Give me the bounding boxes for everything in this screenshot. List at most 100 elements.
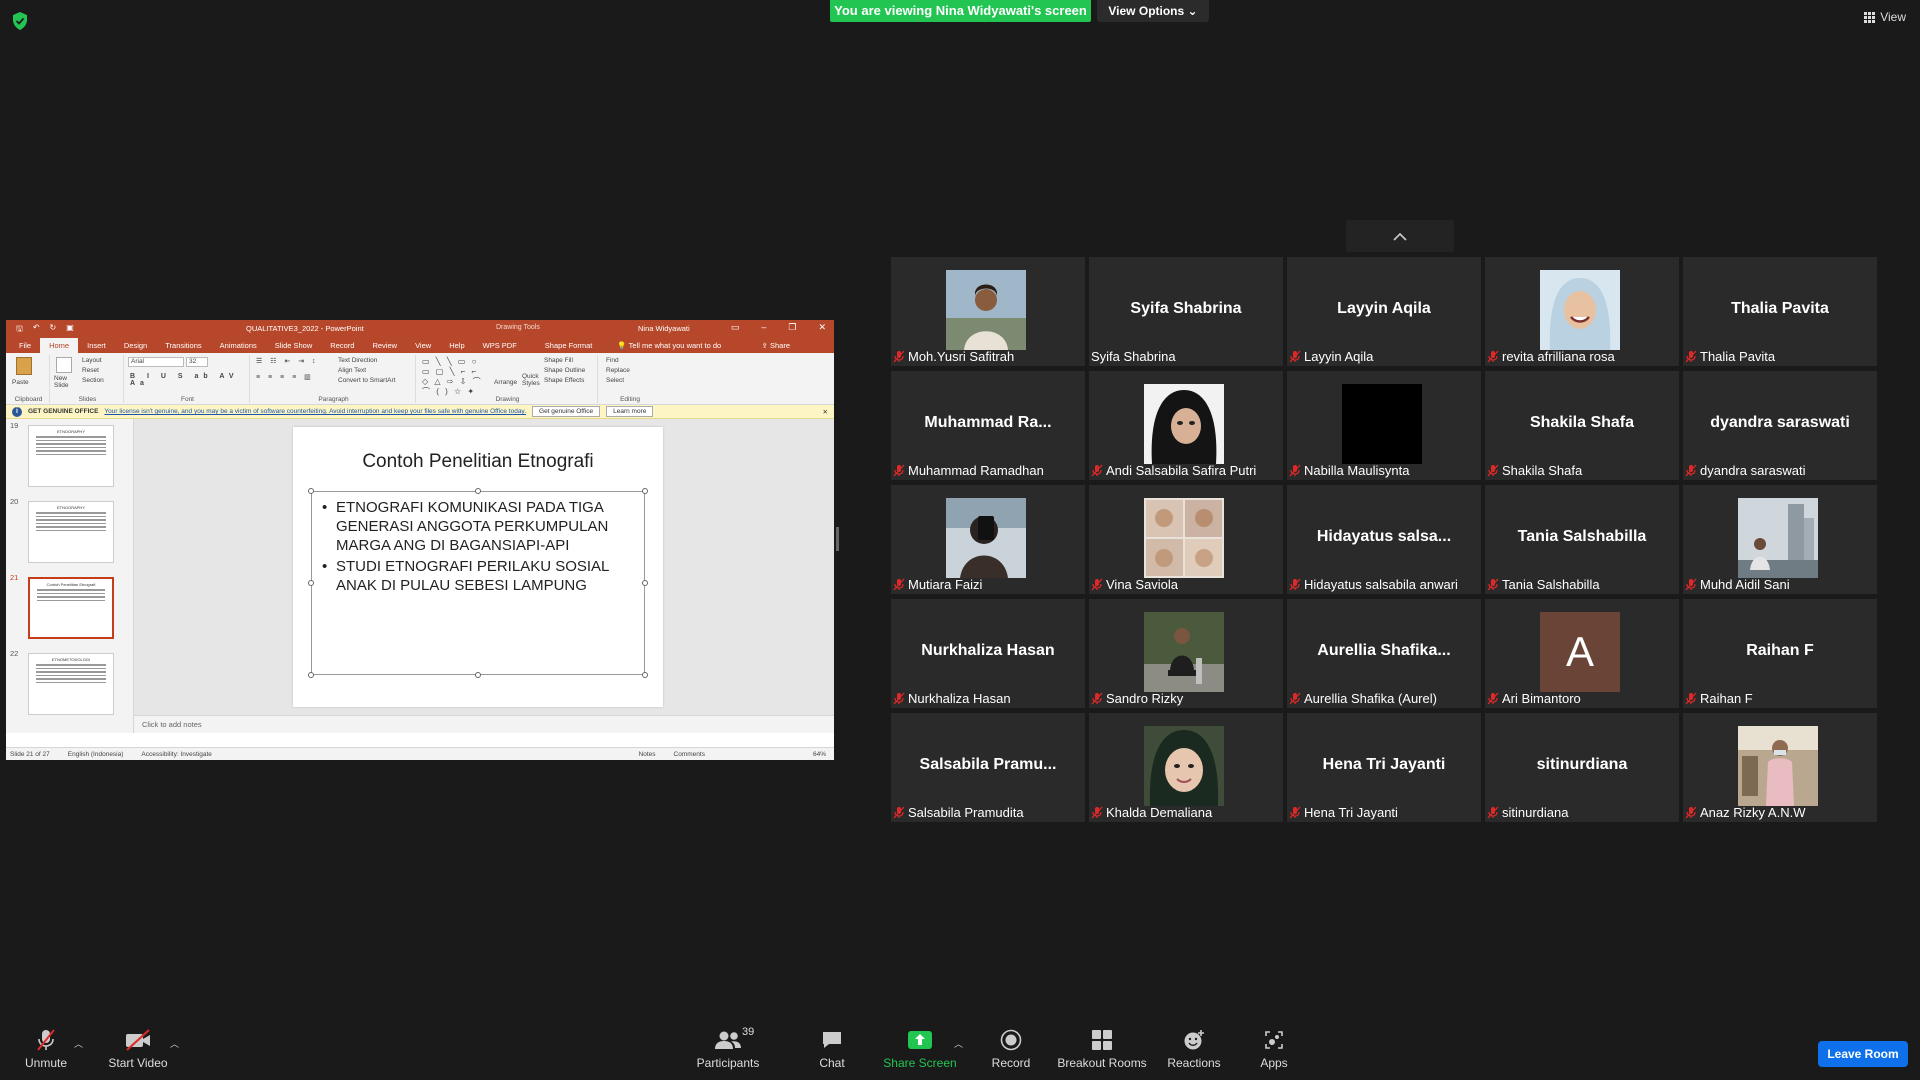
participant-tile[interactable]: Raihan F Raihan F xyxy=(1683,599,1877,708)
breakout-rooms-button[interactable]: Breakout Rooms xyxy=(1056,1028,1148,1070)
record-button[interactable]: Record xyxy=(986,1028,1036,1070)
thumbnail-row[interactable]: 19 ETNOGRAPHY xyxy=(8,421,128,487)
font-format-buttons[interactable]: B I U S ab AV Aa xyxy=(130,373,249,387)
tab-animations[interactable]: Animations xyxy=(211,338,266,353)
slide-content-box[interactable]: ETNOGRAFI KOMUNIKASI PADA TIGA GENERASI … xyxy=(308,488,648,678)
participant-tile[interactable]: Andi Salsabila Safira Putri xyxy=(1089,371,1283,480)
split-view-divider[interactable] xyxy=(836,527,839,551)
find-button[interactable]: Find xyxy=(606,357,619,364)
participant-tile[interactable]: Muhd Aidil Sani xyxy=(1683,485,1877,594)
slide-bullet[interactable]: ETNOGRAFI KOMUNIKASI PADA TIGA GENERASI … xyxy=(320,498,636,555)
convert-smartart-button[interactable]: Convert to SmartArt xyxy=(338,377,395,384)
apps-button[interactable]: Apps xyxy=(1254,1028,1294,1070)
view-options-button[interactable]: View Options ⌄ xyxy=(1097,0,1209,22)
tab-file[interactable]: File xyxy=(10,338,40,353)
replace-button[interactable]: Replace xyxy=(606,367,630,374)
minimize-icon[interactable]: – xyxy=(761,322,766,333)
comments-toggle[interactable]: Comments xyxy=(674,751,705,758)
video-options-caret-icon[interactable]: ︿ xyxy=(170,1037,179,1050)
shape-outline-button[interactable]: Shape Outline xyxy=(544,367,585,374)
view-layout-button[interactable]: View xyxy=(1864,10,1906,24)
layout-button[interactable]: Layout xyxy=(82,357,102,364)
tab-transitions[interactable]: Transitions xyxy=(156,338,210,353)
participants-button[interactable]: 39 Participants xyxy=(692,1026,764,1070)
quick-styles-button[interactable]: Quick Styles xyxy=(522,373,542,387)
start-video-button[interactable]: Start Video xyxy=(104,1028,172,1070)
slide-bullet[interactable]: STUDI ETNOGRAFI PERILAKU SOSIAL ANAK DI … xyxy=(320,557,636,595)
present-icon[interactable]: ▣ xyxy=(66,323,74,337)
tab-review[interactable]: Review xyxy=(363,338,406,353)
shape-fill-button[interactable]: Shape Fill xyxy=(544,357,573,364)
share-screen-button[interactable]: Share Screen xyxy=(880,1028,960,1070)
slide-thumbnail[interactable]: ETNOMETODOLOGI xyxy=(28,653,114,715)
tab-record[interactable]: Record xyxy=(321,338,363,353)
notice-message-link[interactable]: Your license isn't genuine, and you may … xyxy=(104,408,526,415)
tell-me-search[interactable]: 💡 Tell me what you want to do xyxy=(613,338,725,353)
align-buttons[interactable]: ≡ ≡ ≡ ≡ ▥ xyxy=(256,373,314,381)
participant-tile[interactable]: Sandro Rizky xyxy=(1089,599,1283,708)
gallery-page-up-button[interactable] xyxy=(1346,220,1454,252)
language-status[interactable]: English (Indonesia) xyxy=(68,751,124,758)
current-slide[interactable]: Contoh Penelitian Etnografi ETNOGRAFI KO… xyxy=(293,427,663,707)
section-button[interactable]: Section xyxy=(82,377,104,384)
participant-tile[interactable]: Hidayatus salsa... Hidayatus salsabila an… xyxy=(1287,485,1481,594)
participant-tile[interactable]: Moh.Yusri Safitrah xyxy=(891,257,1085,366)
font-name-select[interactable]: Arial xyxy=(128,357,184,367)
arrange-button[interactable]: Arrange xyxy=(494,379,517,386)
tab-insert[interactable]: Insert xyxy=(78,338,115,353)
shapes-gallery[interactable]: ▭ ╲ ╲ ▭ ○ ▭ ▢ ╲ ⌐ ⌐ ◇ △ ⇨ ⇩ ⌒ ⌒ ( ) ☆ ✦ xyxy=(422,357,488,397)
participant-tile[interactable]: Thalia Pavita Thalia Pavita xyxy=(1683,257,1877,366)
tab-shape-format[interactable]: Shape Format xyxy=(536,338,602,353)
close-notice-icon[interactable]: ✕ xyxy=(823,408,828,416)
participant-tile[interactable]: Hena Tri Jayanti Hena Tri Jayanti xyxy=(1287,713,1481,822)
new-slide-label[interactable]: New Slide xyxy=(54,375,78,389)
tab-home[interactable]: Home xyxy=(40,338,79,353)
tab-design[interactable]: Design xyxy=(115,338,156,353)
tab-view[interactable]: View xyxy=(406,338,440,353)
participant-tile[interactable]: dyandra saraswati dyandra saraswati xyxy=(1683,371,1877,480)
new-slide-icon[interactable] xyxy=(56,357,72,373)
participant-tile[interactable]: Mutiara Faizi xyxy=(891,485,1085,594)
redo-icon[interactable]: ↻ xyxy=(50,323,57,337)
close-icon[interactable]: ✕ xyxy=(818,322,826,333)
slide-thumbnail[interactable]: ETNOGRAPHY xyxy=(28,425,114,487)
share-options-caret-icon[interactable]: ︿ xyxy=(954,1037,963,1050)
list-buttons[interactable]: ☰ ☷ ⇤ ⇥ ↕ xyxy=(256,357,319,365)
slide-title[interactable]: Contoh Penelitian Etnografi xyxy=(293,451,663,473)
notes-pane[interactable]: Click to add notes xyxy=(134,715,834,733)
participant-tile[interactable]: Aurellia Shafika... Aurellia Shafika (Aur… xyxy=(1287,599,1481,708)
thumbnail-row[interactable]: 22 ETNOMETODOLOGI xyxy=(8,649,128,715)
participant-tile[interactable]: Muhammad Ra... Muhammad Ramadhan xyxy=(891,371,1085,480)
tab-slide-show[interactable]: Slide Show xyxy=(266,338,322,353)
reset-button[interactable]: Reset xyxy=(82,367,99,374)
select-button[interactable]: Select xyxy=(606,377,624,384)
paste-label[interactable]: Paste xyxy=(12,379,29,386)
restore-icon[interactable]: ❐ xyxy=(788,322,796,333)
save-icon[interactable]: 🖫 xyxy=(16,323,23,337)
participant-tile[interactable]: A Ari Bimantoro xyxy=(1485,599,1679,708)
participant-tile[interactable]: sitinurdiana sitinurdiana xyxy=(1485,713,1679,822)
zoom-level[interactable]: 64% xyxy=(813,751,826,758)
undo-icon[interactable]: ↶ xyxy=(33,323,40,337)
font-size-select[interactable]: 32 xyxy=(186,357,208,367)
notes-toggle[interactable]: Notes xyxy=(639,751,656,758)
participant-tile[interactable]: Khalda Demaliana xyxy=(1089,713,1283,822)
tab-help[interactable]: Help xyxy=(440,338,473,353)
security-shield-icon[interactable] xyxy=(12,12,28,30)
reactions-button[interactable]: Reactions xyxy=(1166,1028,1222,1070)
thumbnail-row-selected[interactable]: 21 Contoh Penelitian Etnografi xyxy=(8,573,128,639)
participant-tile[interactable]: Nurkhaliza Hasan Nurkhaliza Hasan xyxy=(891,599,1085,708)
participant-tile[interactable]: Vina Saviola xyxy=(1089,485,1283,594)
align-text-button[interactable]: Align Text xyxy=(338,367,366,374)
accessibility-status[interactable]: Accessibility: Investigate xyxy=(141,751,211,758)
thumbnail-row[interactable]: 20 ETNOGRAPHY xyxy=(8,497,128,563)
chat-button[interactable]: Chat xyxy=(808,1028,856,1070)
audio-options-caret-icon[interactable]: ︿ xyxy=(74,1037,83,1050)
participant-tile[interactable]: revita afrilliana rosa xyxy=(1485,257,1679,366)
get-genuine-button[interactable]: Get genuine Office xyxy=(532,406,601,417)
participant-tile[interactable]: Nabilla Maulisynta xyxy=(1287,371,1481,480)
participant-tile[interactable]: Layyin Aqila Layyin Aqila xyxy=(1287,257,1481,366)
slide-thumbnail-selected[interactable]: Contoh Penelitian Etnografi xyxy=(28,577,114,639)
leave-room-button[interactable]: Leave Room xyxy=(1818,1041,1908,1067)
participant-tile[interactable]: Anaz Rizky A.N.W xyxy=(1683,713,1877,822)
